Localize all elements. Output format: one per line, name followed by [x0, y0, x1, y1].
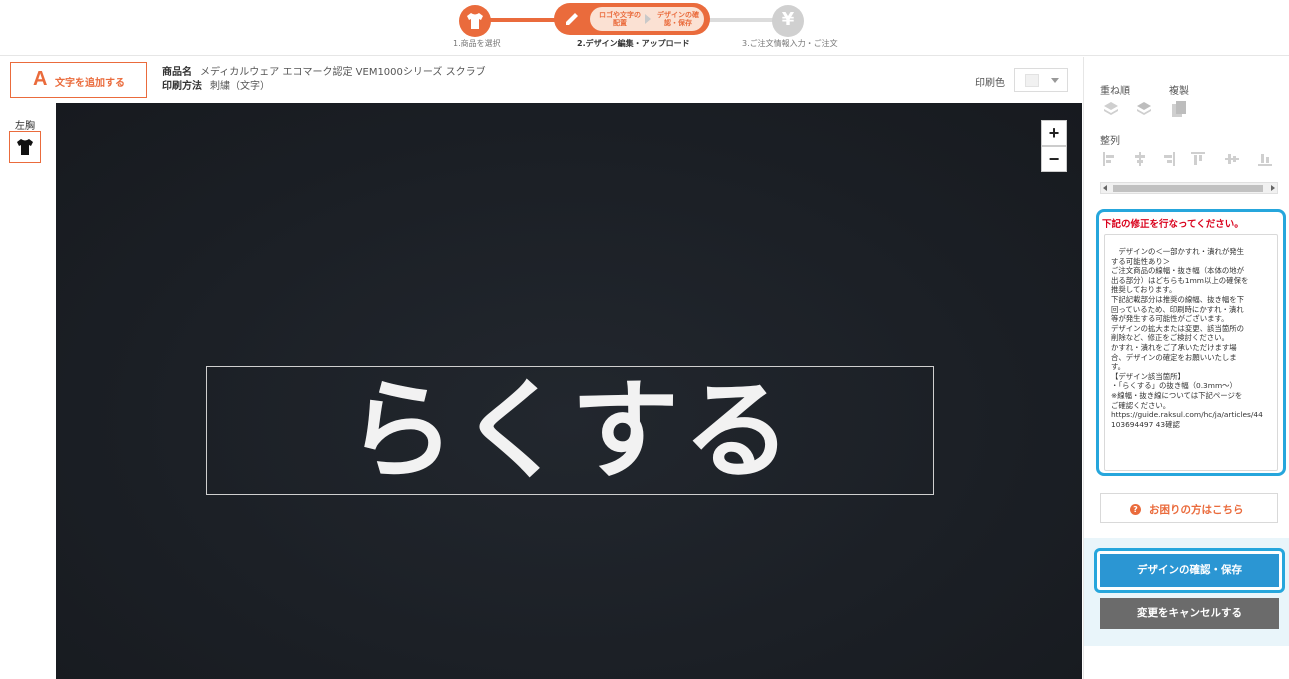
duplicate-label: 複製 — [1169, 86, 1189, 97]
warning-line: 【デザイン該当箇所】 — [1111, 371, 1185, 381]
substep-placement: ロゴや文字の配置 — [599, 11, 641, 27]
zoom-out-button[interactable]: − — [1041, 146, 1067, 172]
zoom-in-button[interactable]: + — [1041, 120, 1067, 146]
step-3-circle: ¥ — [772, 5, 804, 37]
align-right-icon[interactable] — [1160, 151, 1176, 167]
warning-line: 下記記載部分は推奨の線幅、抜き幅を下 — [1111, 294, 1245, 304]
send-backward-icon[interactable] — [1135, 100, 1153, 118]
step-2-active: ロゴや文字の配置 デザインの確認・保存 — [554, 3, 710, 35]
design-text-object[interactable]: らくする — [206, 366, 934, 495]
add-text-label: 文字を追加する — [55, 78, 125, 89]
warning-line: 推奨しております。 — [1111, 285, 1177, 295]
align-center-v-icon[interactable] — [1224, 151, 1240, 167]
print-method-value: 刺繍（文字） — [210, 81, 270, 92]
warning-link[interactable]: https://guide.raksul.com/hc/ja/articles/… — [1111, 410, 1271, 420]
color-swatch — [1025, 74, 1039, 87]
align-label: 整列 — [1100, 136, 1120, 147]
step-1-circle — [459, 5, 491, 37]
align-center-h-icon[interactable] — [1132, 151, 1148, 167]
question-icon: ? — [1130, 504, 1141, 515]
warning-line: ご確認ください。 — [1111, 400, 1171, 410]
yen-icon: ¥ — [781, 9, 795, 30]
confirm-save-button[interactable]: デザインの確認・保存 — [1100, 554, 1279, 587]
warning-line: 回っているため、印刷時にかすれ・潰れ — [1111, 304, 1244, 314]
warning-title: 下記の修正を行なってください。 — [1102, 219, 1244, 230]
product-name-value: メディカルウェア エコマーク認定 VEM1000シリーズ スクラブ — [200, 67, 486, 78]
add-text-button[interactable]: A 文字を追加する — [10, 62, 147, 98]
warning-line: かすれ・潰れをご了承いただけます場 — [1111, 342, 1237, 352]
warning-line: デザインの＜一部かすれ・潰れが発生 — [1111, 247, 1245, 256]
position-thumb-left-chest[interactable] — [9, 131, 41, 163]
scroll-left-icon[interactable] — [1103, 185, 1107, 191]
substep-confirm: デザインの確認・保存 — [657, 11, 699, 27]
layer-order-label: 重ね順 — [1100, 86, 1130, 97]
chevron-down-icon — [1051, 78, 1059, 83]
cancel-changes-button[interactable]: 変更をキャンセルする — [1100, 598, 1279, 629]
design-text: らくする — [346, 369, 795, 494]
help-label: お困りの方はこちら — [1149, 504, 1244, 516]
tool-panel: 重ね順 複製 整列 下記の修正を行なってください。 デザインの＜一部かすれ・潰れ… — [1083, 57, 1289, 679]
align-left-icon[interactable] — [1102, 151, 1118, 167]
product-info: 商品名 メディカルウェア エコマーク認定 VEM1000シリーズ スクラブ 印刷方… — [162, 66, 486, 94]
step-3-label: 3.ご注文情報入力・ご注文 — [742, 39, 838, 48]
warning-line: 出る部分）はどちらも1mm以上の確保を — [1111, 275, 1249, 285]
tshirt-icon — [467, 13, 483, 29]
pencil-icon — [566, 13, 578, 25]
bring-forward-icon[interactable] — [1102, 100, 1120, 118]
product-name-label: 商品名 — [162, 67, 192, 78]
step-connector-done — [488, 18, 556, 22]
help-button[interactable]: ? お困りの方はこちら — [1100, 493, 1278, 523]
design-warning-box: 下記の修正を行なってください。 デザインの＜一部かすれ・潰れが発生 する可能性あ… — [1096, 209, 1286, 476]
position-label-left-chest: 左胸 — [15, 121, 35, 132]
text-a-icon: A — [33, 68, 48, 90]
warning-line: 削除など、修正をご検討ください。 — [1111, 333, 1229, 343]
print-method-label: 印刷方法 — [162, 81, 202, 92]
align-top-icon[interactable] — [1190, 151, 1206, 167]
step-2-label: 2.デザイン編集・アップロード — [577, 39, 690, 48]
position-panel: 左胸 — [0, 103, 56, 679]
warning-line: す。 — [1111, 362, 1126, 372]
step-1-label: 1.商品を選択 — [453, 39, 501, 48]
step-2-substeps: ロゴや文字の配置 デザインの確認・保存 — [590, 7, 704, 31]
warning-line: 103694497 43確認 — [1111, 419, 1180, 429]
scroll-right-icon[interactable] — [1271, 185, 1275, 191]
action-area: デザインの確認・保存 変更をキャンセルする — [1084, 538, 1289, 646]
warning-line: デザインの拡大または変更、該当箇所の — [1111, 323, 1245, 333]
duplicate-icon[interactable] — [1171, 100, 1187, 118]
tshirt-icon — [17, 139, 33, 155]
warning-message[interactable]: デザインの＜一部かすれ・潰れが発生 する可能性あり＞ ご注文商品の線幅・抜き幅（… — [1104, 234, 1278, 471]
warning-line: 等が発生する可能性がございます。 — [1111, 314, 1229, 324]
step-connector-pending — [708, 18, 776, 22]
print-color-select[interactable] — [1014, 68, 1068, 92]
print-color-label: 印刷色 — [975, 78, 1005, 89]
substep-arrow-icon — [645, 14, 651, 24]
warning-line: ご注文商品の線幅・抜き幅（本体の地が — [1111, 266, 1245, 276]
tool-scrollbar[interactable] — [1100, 182, 1278, 194]
design-canvas[interactable]: + − らくする — [56, 103, 1082, 679]
step-progress: ロゴや文字の配置 デザインの確認・保存 ¥ 1.商品を選択 2.デザイン編集・ア… — [0, 0, 1289, 56]
warning-line: ・「らくする」の抜き幅（0.3mm～） — [1111, 381, 1237, 391]
warning-line: ※線幅・抜き線については下記ページを — [1111, 390, 1243, 400]
confirm-highlight: デザインの確認・保存 — [1094, 548, 1285, 593]
align-bottom-icon[interactable] — [1257, 151, 1273, 167]
warning-line: する可能性あり＞ — [1111, 256, 1171, 266]
warning-line: 合、デザインの確定をお願いいたしま — [1111, 352, 1237, 362]
scroll-thumb[interactable] — [1113, 185, 1263, 192]
